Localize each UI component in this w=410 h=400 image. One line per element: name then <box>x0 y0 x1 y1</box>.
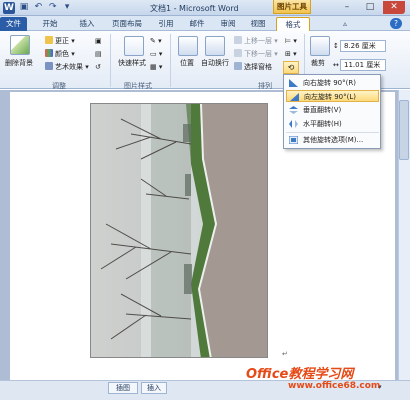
tab-references[interactable]: 引用 <box>154 17 178 31</box>
send-backward-icon <box>234 49 242 57</box>
height-icon: ↕ <box>333 42 339 50</box>
bring-forward-icon <box>234 36 242 44</box>
width-input[interactable]: 11.01 厘米 <box>340 59 386 71</box>
rotate-right-icon <box>289 79 298 87</box>
tab-view[interactable]: 视图 <box>246 17 270 31</box>
quick-styles-icon[interactable] <box>124 36 144 56</box>
reset-picture-icon[interactable]: ↺ <box>95 62 101 73</box>
artistic-effects-icon <box>45 62 53 70</box>
tab-page-layout[interactable]: 页面布局 <box>108 17 146 31</box>
picture-border-icon[interactable]: ✎ ▾ <box>150 36 162 47</box>
minimize-button[interactable]: – <box>336 1 358 14</box>
artistic-effects-button[interactable]: 艺术效果 ▾ <box>45 62 89 73</box>
inserted-picture[interactable] <box>90 103 268 358</box>
rotate-menu: 向右旋转 90°(R) 向左旋转 90°(L) 垂直翻转(V) 水平翻转(H) … <box>283 74 381 149</box>
selection-pane-icon <box>234 62 242 70</box>
change-picture-icon[interactable]: ▤ <box>95 49 102 60</box>
tab-file[interactable]: 文件 <box>0 17 27 31</box>
maximize-button[interactable]: □ <box>359 1 381 14</box>
rotate-button[interactable]: ⟲ <box>283 61 299 74</box>
paragraph-mark: ↵ <box>282 350 288 358</box>
more-rotation-options-icon <box>289 136 298 144</box>
tab-insert[interactable]: 插入 <box>74 17 100 31</box>
group-divider <box>170 34 171 87</box>
menu-item-rotate-left[interactable]: 向左旋转 90°(L) <box>286 90 379 102</box>
selection-pane-button[interactable]: 选择窗格 <box>234 62 272 73</box>
remove-background-label[interactable]: 删除背景 <box>5 58 33 68</box>
watermark-url: www.office68.com <box>288 381 381 391</box>
help-icon[interactable]: ? <box>390 18 402 29</box>
undo-icon[interactable]: ↶ <box>32 2 44 13</box>
flip-horizontal-icon <box>289 120 298 128</box>
window-title: 文档1 - Microsoft Word <box>150 4 239 13</box>
menu-item-flip-horizontal[interactable]: 水平翻转(H) <box>286 118 379 130</box>
color-button[interactable]: 颜色 ▾ <box>45 49 75 60</box>
wrap-text-label[interactable]: 自动换行 <box>201 58 229 68</box>
word-app-icon[interactable]: W <box>3 2 15 14</box>
menu-item-more-rotation[interactable]: 其他旋转选项(M)... <box>286 134 379 146</box>
customize-toolbar-icon[interactable]: ▾ <box>61 2 73 13</box>
crop-label[interactable]: 裁剪 <box>311 58 325 68</box>
send-backward-button[interactable]: 下移一层 ▾ <box>234 49 278 60</box>
scroll-thumb[interactable] <box>399 100 409 160</box>
group-divider <box>110 34 111 87</box>
save-icon[interactable]: ▣ <box>18 2 30 13</box>
watermark-title: Office教程学习网 <box>246 367 354 382</box>
tab-review[interactable]: 审阅 <box>216 17 240 31</box>
menu-item-rotate-right[interactable]: 向右旋转 90°(R) <box>286 77 379 89</box>
redo-icon[interactable]: ↷ <box>47 2 59 13</box>
quick-styles-label[interactable]: 快速样式 <box>118 58 146 68</box>
menu-item-flip-vertical[interactable]: 垂直翻转(V) <box>286 104 379 116</box>
rotate-icon: ⟲ <box>287 63 295 72</box>
status-mode-insert[interactable]: 插入 <box>141 382 167 394</box>
picture-layout-icon[interactable]: ▦ ▾ <box>150 62 162 73</box>
ribbon-tabs: 文件 开始 插入 页面布局 引用 邮件 审阅 视图 格式 ▵ ? <box>0 16 410 31</box>
width-icon: ↔ <box>333 61 339 69</box>
correct-button[interactable]: 更正 ▾ <box>45 36 75 47</box>
minimize-ribbon-icon[interactable]: ▵ <box>340 17 350 31</box>
landscape-photo <box>91 104 267 357</box>
flip-vertical-icon <box>289 106 298 114</box>
close-button[interactable]: ✕ <box>383 1 405 14</box>
tab-mailings[interactable]: 邮件 <box>185 17 209 31</box>
position-icon[interactable] <box>178 36 198 56</box>
picture-tools-label: 图片工具 <box>273 0 311 14</box>
wrap-text-icon[interactable] <box>205 36 225 56</box>
position-label[interactable]: 位置 <box>180 58 194 68</box>
group-icon[interactable]: ⊞ ▾ <box>285 49 297 60</box>
remove-background-icon[interactable] <box>10 35 30 55</box>
status-mode-insert-picture[interactable]: 插图 <box>108 382 138 394</box>
scroll-down-icon[interactable]: ▾ <box>378 383 398 395</box>
color-icon <box>45 49 53 57</box>
sun-icon <box>45 36 53 44</box>
tab-format[interactable]: 格式 <box>276 17 310 31</box>
crop-icon[interactable] <box>310 36 330 56</box>
picture-effects-icon[interactable]: ▭ ▾ <box>150 49 162 60</box>
align-icon[interactable]: ⊨ ▾ <box>285 36 297 47</box>
bring-forward-button[interactable]: 上移一层 ▾ <box>234 36 278 47</box>
menu-separator <box>286 132 379 133</box>
rotate-left-icon <box>290 93 299 101</box>
quick-access-toolbar: ▣ ↶ ↷ ▾ <box>18 2 73 13</box>
compress-pictures-icon[interactable]: ▣ <box>95 36 102 47</box>
height-input[interactable]: 8.26 厘米 <box>340 40 386 52</box>
tab-home[interactable]: 开始 <box>37 17 63 31</box>
